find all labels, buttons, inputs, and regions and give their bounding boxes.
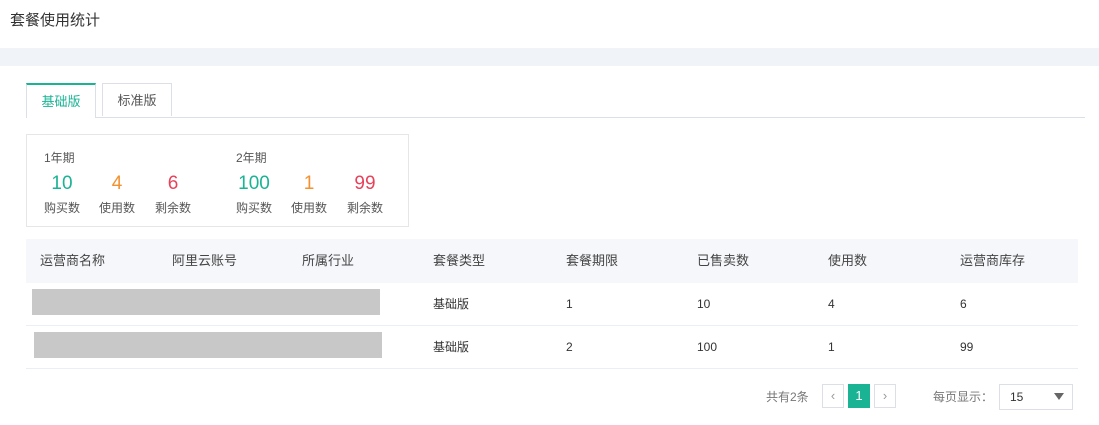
column-header: 运营商名称 [40, 253, 106, 268]
period-title: 1年期 [44, 151, 75, 165]
cell-used: 1 [828, 340, 835, 354]
cell-stock: 99 [960, 340, 974, 354]
per-page-label: 每页显示： [933, 390, 994, 404]
chevron-right-icon: › [882, 388, 888, 403]
cell-package-type: 基础版 [433, 340, 470, 354]
stat-purchased: 100 购买数 [236, 173, 272, 216]
stats-period-2y: 2年期 100 购买数 1 使用数 99 剩余数 [219, 135, 409, 228]
cell-package-type: 基础版 [433, 297, 470, 311]
stat-value: 10 [51, 173, 73, 194]
stat-label: 剩余数 [155, 201, 192, 215]
table-row: 基础版 1 10 4 6 [26, 283, 1078, 326]
per-page-select[interactable]: 15 [999, 384, 1073, 410]
cell-term: 2 [566, 340, 573, 354]
column-header: 套餐期限 [566, 253, 619, 268]
column-header: 套餐类型 [433, 253, 486, 268]
content-card: 基础版 标准版 1年期 10 购买数 4 使用数 6 剩余数 2年期 100 购… [10, 66, 1099, 425]
table-row: 基础版 2 100 1 99 [26, 326, 1078, 369]
cell-sold: 100 [697, 340, 718, 354]
page-title: 套餐使用统计 [10, 12, 101, 29]
stat-label: 使用数 [291, 201, 328, 215]
page-number-button[interactable]: 1 [848, 384, 870, 408]
column-header: 所属行业 [302, 253, 355, 268]
prev-page-button[interactable]: ‹ [822, 384, 844, 408]
stat-value: 4 [111, 173, 123, 194]
column-header: 运营商库存 [960, 253, 1026, 268]
stat-value: 1 [303, 173, 315, 194]
stat-label: 使用数 [99, 201, 136, 215]
stat-value: 100 [238, 173, 270, 194]
cell-term: 1 [566, 297, 573, 311]
stat-remaining: 6 剩余数 [155, 173, 191, 216]
column-header: 已售卖数 [697, 253, 750, 268]
stat-label: 剩余数 [347, 201, 384, 215]
column-header: 使用数 [828, 253, 868, 268]
redacted-cells [34, 332, 382, 358]
stats-period-1y: 1年期 10 购买数 4 使用数 6 剩余数 [27, 135, 219, 228]
column-header: 阿里云账号 [172, 253, 238, 268]
stats-panel: 1年期 10 购买数 4 使用数 6 剩余数 2年期 100 购买数 1 使用数 [26, 134, 409, 227]
redacted-cells [32, 289, 380, 315]
tab-bar: 基础版 标准版 [26, 83, 1085, 118]
table-header: 运营商名称 阿里云账号 所属行业 套餐类型 套餐期限 已售卖数 使用数 运营商库… [26, 239, 1078, 283]
stat-used: 4 使用数 [99, 173, 135, 216]
tab-basic[interactable]: 基础版 [26, 83, 96, 118]
stat-value: 99 [354, 173, 376, 194]
next-page-button[interactable]: › [874, 384, 896, 408]
stat-label: 购买数 [236, 201, 273, 215]
period-title: 2年期 [236, 151, 267, 165]
page-header-band [0, 48, 1099, 66]
per-page-value: 15 [1010, 390, 1024, 404]
caret-down-icon [1054, 393, 1064, 400]
chevron-left-icon: ‹ [830, 388, 836, 403]
stat-label: 购买数 [44, 201, 81, 215]
cell-used: 4 [828, 297, 835, 311]
tab-standard[interactable]: 标准版 [102, 83, 172, 116]
pagination-total: 共有2条 [766, 390, 809, 404]
stat-purchased: 10 购买数 [44, 173, 80, 216]
stat-value: 6 [167, 173, 179, 194]
stat-remaining: 99 剩余数 [347, 173, 383, 216]
cell-sold: 10 [697, 297, 711, 311]
cell-stock: 6 [960, 297, 967, 311]
stat-used: 1 使用数 [291, 173, 327, 216]
